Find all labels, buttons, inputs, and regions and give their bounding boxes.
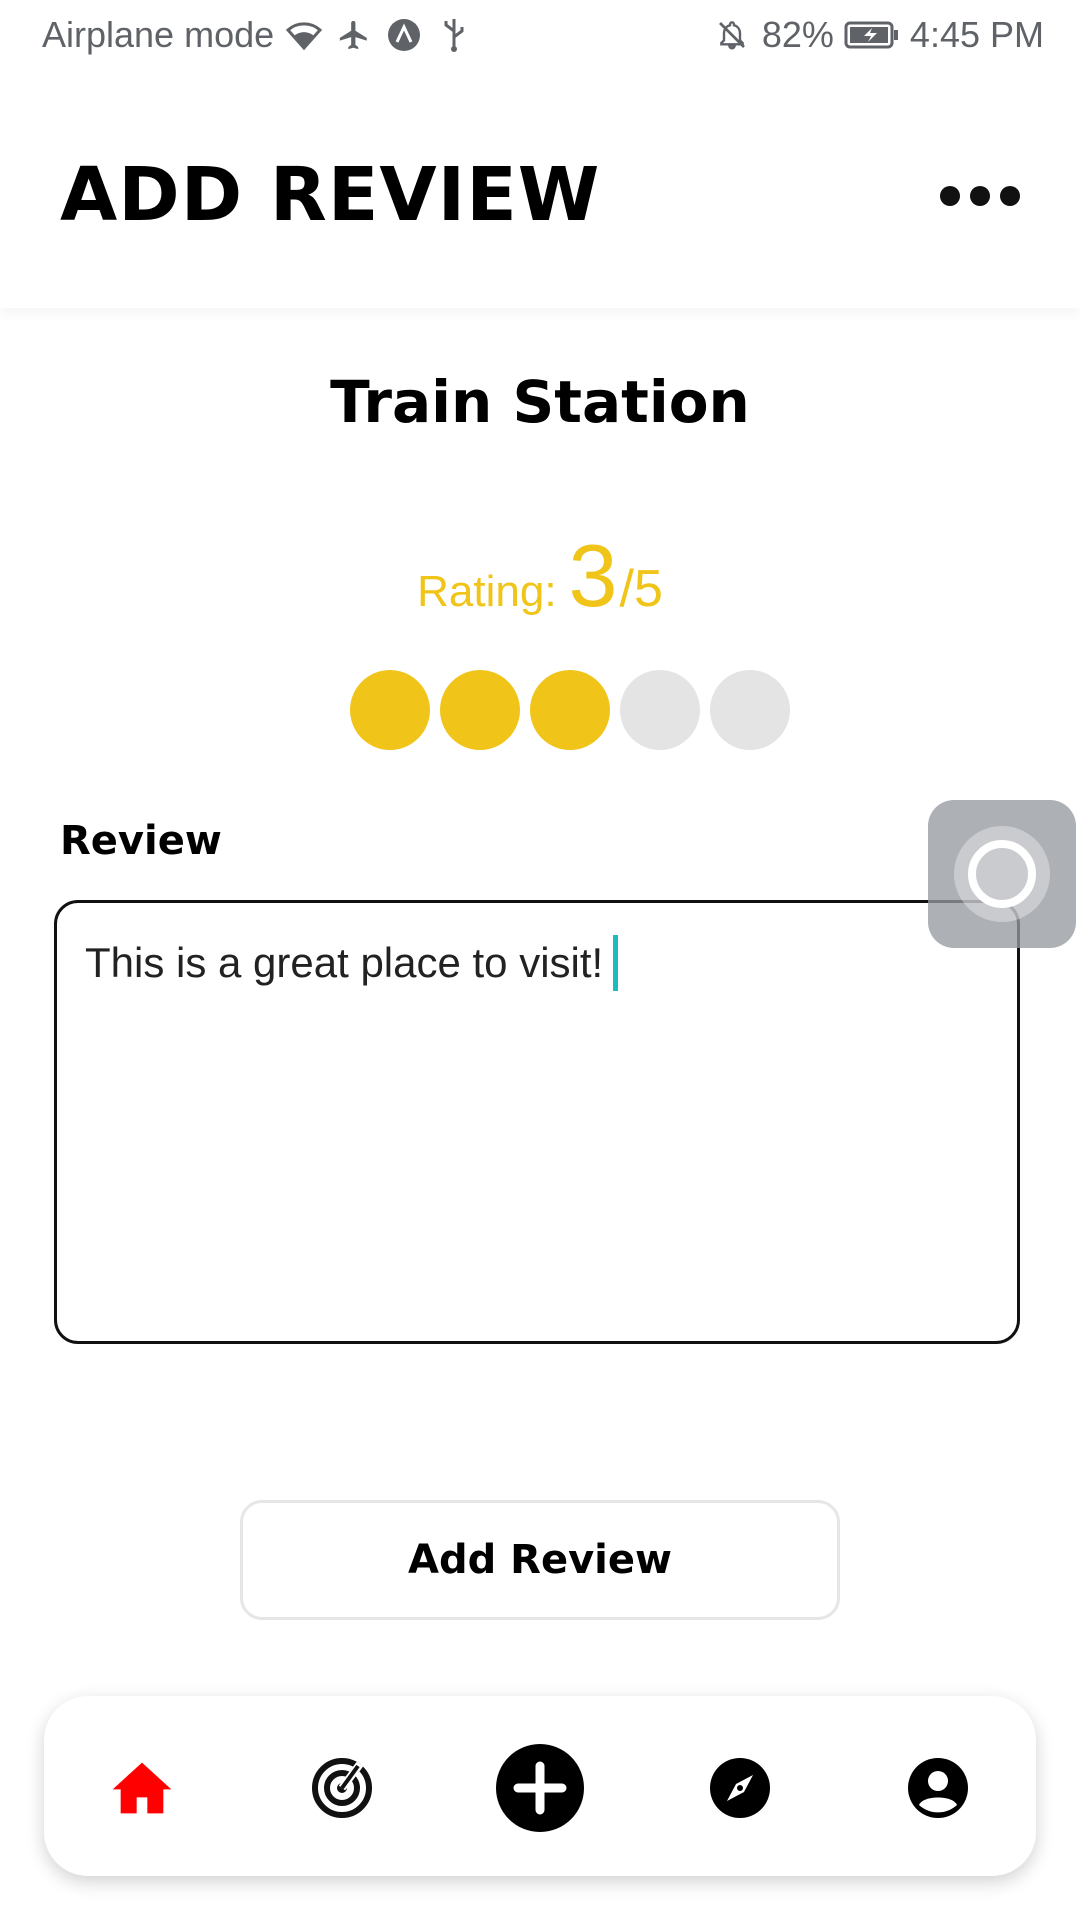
compass-icon — [710, 1758, 770, 1818]
add-circle-icon — [496, 1744, 584, 1832]
app-header: ADD REVIEW — [0, 80, 1080, 308]
assistive-inner-circle — [968, 840, 1036, 908]
status-bar-right: 82% 4:45 PM — [712, 14, 1044, 56]
battery-percentage: 82% — [761, 14, 834, 55]
more-options-button[interactable] — [940, 176, 1020, 216]
nav-home[interactable] — [94, 1740, 190, 1836]
place-name: Train Station — [330, 368, 750, 436]
rating-dot-5[interactable] — [710, 670, 790, 750]
airplane-icon — [334, 15, 374, 55]
rating-dot-3[interactable] — [530, 670, 610, 750]
review-text-container: This is a great place to visit! — [85, 935, 619, 991]
rating-selector — [350, 670, 790, 750]
page-title: ADD REVIEW — [60, 152, 601, 238]
app-notification-icon — [384, 15, 424, 55]
review-label: Review — [60, 818, 222, 864]
notifications-off-icon — [712, 15, 752, 55]
rating-display: Rating: 3 /5 — [0, 532, 1080, 620]
rating-value: 3 — [568, 526, 618, 625]
airplane-mode-text: Airplane mode — [42, 14, 275, 55]
review-input[interactable]: This is a great place to visit! — [54, 900, 1020, 1344]
more-horizontal-icon — [940, 186, 960, 206]
nav-profile[interactable] — [890, 1740, 986, 1836]
home-icon — [112, 1762, 172, 1814]
nav-explore[interactable] — [692, 1740, 788, 1836]
wifi-icon — [284, 15, 324, 55]
rating-dot-1[interactable] — [350, 670, 430, 750]
nav-radar[interactable] — [294, 1740, 390, 1836]
assistive-ring-icon — [954, 826, 1050, 922]
battery-charging-icon — [844, 15, 900, 55]
rating-dot-2[interactable] — [440, 670, 520, 750]
floating-assistive-button[interactable] — [928, 800, 1076, 948]
text-cursor — [613, 935, 619, 991]
status-bar-left: Airplane mode — [42, 14, 474, 56]
rating-label: Rating: — [417, 567, 557, 616]
account-circle-icon — [908, 1758, 968, 1818]
review-text: This is a great place to visit! — [85, 939, 604, 986]
rating-max: /5 — [619, 560, 663, 618]
clock: 4:45 PM — [909, 14, 1044, 55]
add-review-button[interactable]: Add Review — [240, 1500, 840, 1620]
status-bar: Airplane mode 82% 4:45 PM — [0, 0, 1080, 76]
usb-icon — [434, 15, 474, 55]
bottom-navigation — [44, 1696, 1036, 1876]
more-dot — [970, 186, 990, 206]
more-dot — [1000, 186, 1020, 206]
rating-dot-4[interactable] — [620, 670, 700, 750]
radar-icon — [312, 1758, 372, 1818]
nav-add[interactable] — [492, 1740, 588, 1836]
